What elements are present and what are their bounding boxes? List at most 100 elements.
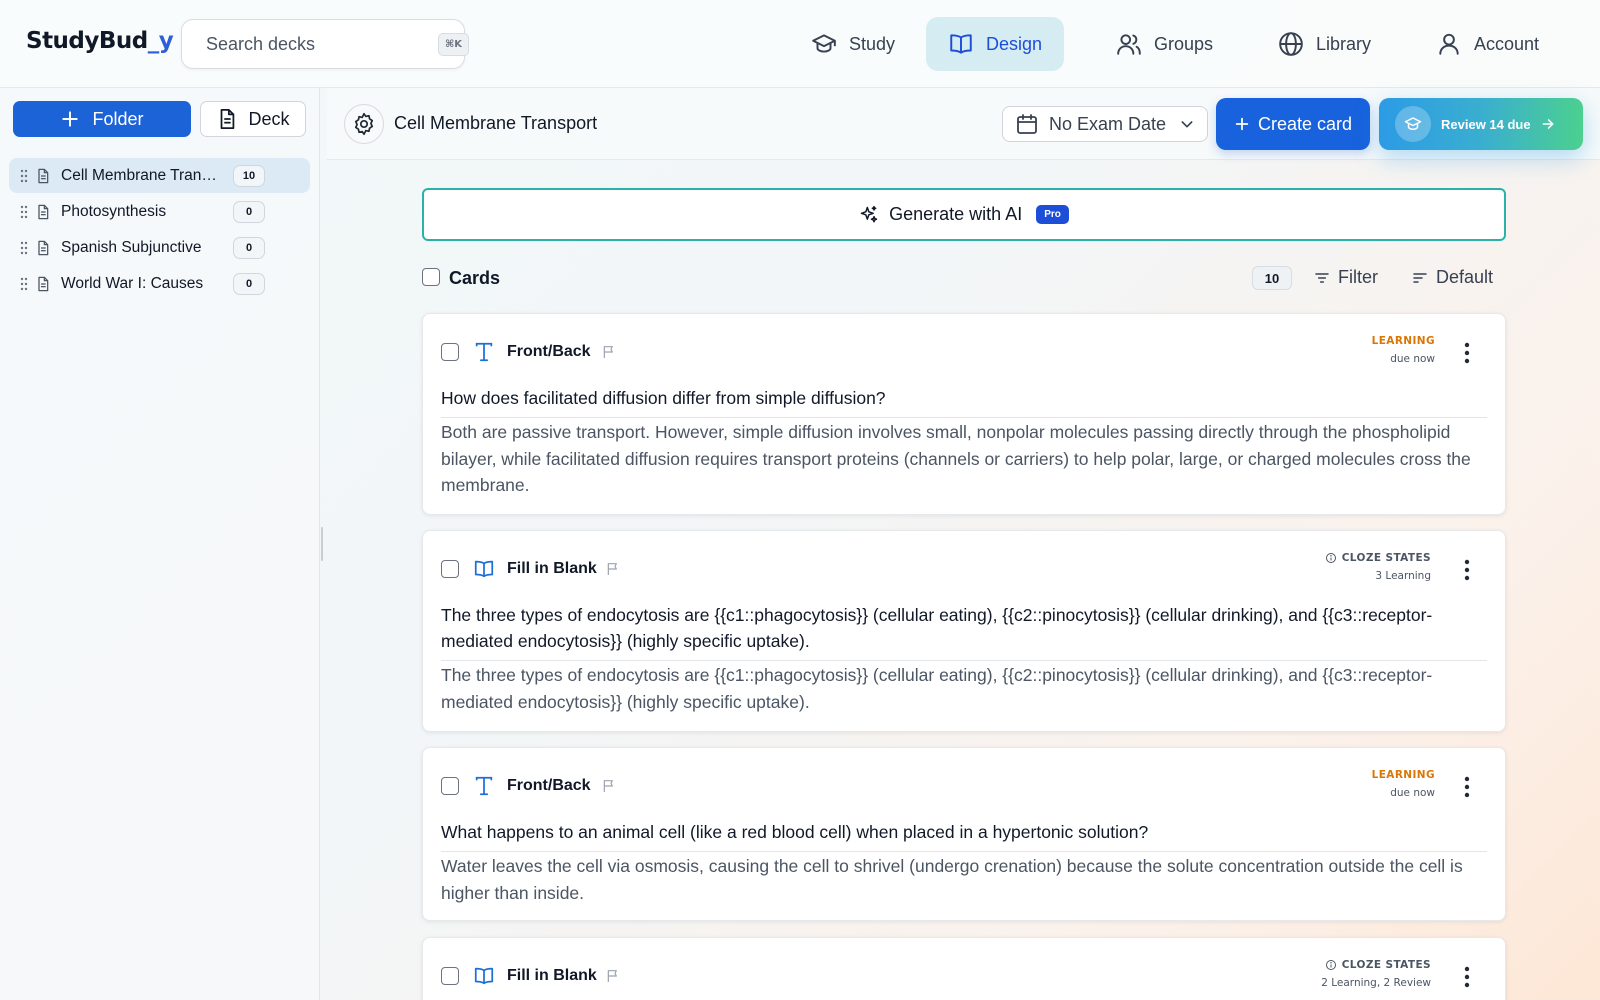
nav-study[interactable]: Study — [789, 17, 917, 71]
review-due-label: Review 14 due — [1441, 116, 1531, 132]
card-status: CLOZE STATES 3 Learning — [1325, 552, 1431, 582]
arrow-right-icon — [1542, 119, 1554, 129]
flag-icon[interactable] — [605, 560, 621, 578]
info-icon — [1325, 553, 1336, 563]
card-item[interactable]: Fill in Blank CLOZE STATES 2 Learning, 2… — [422, 937, 1506, 1000]
deck-name: World War I: Causes — [61, 274, 204, 292]
nav-study-label: Study — [849, 33, 896, 54]
card-select-checkbox[interactable] — [441, 777, 459, 795]
sidebar: Folder Deck Cell Membrane Transport 10 P… — [0, 88, 320, 1000]
deck-settings-button[interactable] — [344, 104, 384, 144]
card-item[interactable]: Front/Back LEARNING due now What happens… — [422, 747, 1506, 921]
nav-design-label: Design — [986, 33, 1043, 54]
cards-heading: Cards — [449, 268, 501, 288]
select-all-checkbox[interactable] — [422, 268, 440, 286]
new-deck-label: Deck — [248, 108, 290, 129]
create-card-button[interactable]: Create card — [1216, 98, 1370, 150]
card-select-checkbox[interactable] — [441, 967, 459, 985]
cards-header-bar: Cards 10 Filter Default — [422, 263, 1506, 293]
deck-card-count: 0 — [233, 236, 265, 259]
deck-item-photosynthesis[interactable]: Photosynthesis 0 — [9, 194, 310, 229]
document-icon — [221, 108, 235, 130]
deck-name: Spanish Subjunctive — [61, 238, 202, 256]
sidebar-resize-handle[interactable] — [321, 527, 323, 561]
flag-icon[interactable] — [601, 343, 617, 361]
card-front-text: How does facilitated diffusion differ fr… — [441, 385, 1487, 418]
card-status-detail: 3 Learning — [1375, 570, 1431, 582]
new-folder-button[interactable]: Folder — [13, 101, 191, 137]
more-vertical-icon[interactable] — [1457, 965, 1477, 989]
card-front-text: What happens to an animal cell (like a r… — [441, 819, 1487, 852]
sort-label: Default — [1436, 267, 1494, 287]
calendar-icon — [1017, 114, 1037, 134]
review-due-button[interactable]: Review 14 due — [1379, 98, 1583, 150]
deck-name: Photosynthesis — [61, 202, 167, 220]
graduation-cap-icon — [812, 34, 836, 53]
search-input[interactable] — [206, 33, 438, 55]
sort-button[interactable]: Default — [1412, 267, 1493, 288]
card-type-label: Front/Back — [507, 343, 591, 360]
exam-date-dropdown[interactable]: No Exam Date — [1002, 106, 1208, 142]
document-icon — [38, 168, 49, 183]
card-status-label: LEARNING — [1371, 769, 1435, 781]
card-back-text: Both are passive transport. However, sim… — [441, 422, 1471, 495]
card-status-label: LEARNING — [1371, 335, 1435, 347]
deck-card-count: 10 — [233, 164, 265, 187]
deck-toolbar: Cell Membrane Transport No Exam Date Cre… — [327, 88, 1600, 160]
sparkle-icon — [860, 205, 878, 222]
card-type-label: Fill in Blank — [507, 967, 597, 984]
users-icon — [1117, 34, 1141, 55]
card-status-detail: due now — [1390, 787, 1435, 799]
filter-label: Filter — [1338, 267, 1378, 287]
card-front-text: The three types of endocytosis are {{c1:… — [441, 602, 1487, 661]
info-icon — [1325, 960, 1336, 970]
more-vertical-icon[interactable] — [1457, 341, 1477, 365]
create-card-label: Create card — [1257, 113, 1353, 134]
user-icon — [1439, 33, 1459, 55]
new-folder-label: Folder — [92, 108, 144, 129]
search-box[interactable]: ⌘K — [181, 19, 470, 69]
generate-with-ai-label: Generate with AI — [889, 204, 1023, 224]
search-shortcut-badge: ⌘K — [438, 32, 470, 56]
flag-icon[interactable] — [601, 777, 617, 795]
filter-button[interactable]: Filter — [1314, 267, 1378, 288]
card-status: CLOZE STATES 2 Learning, 2 Review — [1321, 959, 1431, 989]
deck-name: Cell Membrane Transport — [61, 166, 221, 184]
nav-library[interactable]: Library — [1256, 17, 1393, 71]
deck-item-world-war-i-causes[interactable]: World War I: Causes 0 — [9, 266, 310, 301]
card-item[interactable]: Fill in Blank CLOZE STATES 3 Learning Th… — [422, 530, 1506, 732]
plus-icon — [62, 111, 79, 127]
card-status-detail: due now — [1390, 353, 1435, 365]
drag-handle-icon[interactable] — [19, 241, 29, 255]
more-vertical-icon[interactable] — [1457, 775, 1477, 799]
app-logo[interactable]: StudyBud_y — [26, 28, 174, 54]
deck-item-cell-membrane-transport[interactable]: Cell Membrane Transport 10 — [9, 158, 310, 193]
card-item[interactable]: Front/Back LEARNING due now How does fac… — [422, 313, 1506, 515]
chevron-down-icon — [1181, 121, 1193, 128]
card-status: LEARNING due now — [1372, 769, 1435, 799]
more-vertical-icon[interactable] — [1457, 558, 1477, 582]
card-type-label: Front/Back — [507, 777, 591, 794]
card-select-checkbox[interactable] — [441, 343, 459, 361]
nav-account-label: Account — [1474, 33, 1540, 54]
pro-badge: Pro — [1036, 205, 1069, 224]
drag-handle-icon[interactable] — [19, 277, 29, 291]
drag-handle-icon[interactable] — [19, 169, 29, 183]
generate-with-ai-button[interactable]: Generate with AI Pro — [422, 188, 1506, 241]
card-back-text: The three types of endocytosis are {{c1:… — [441, 665, 1433, 712]
globe-icon — [1279, 32, 1303, 56]
card-back-text: Water leaves the cell via osmosis, causi… — [441, 856, 1463, 903]
deck-item-spanish-subjunctive[interactable]: Spanish Subjunctive 0 — [9, 230, 310, 265]
exam-date-label: No Exam Date — [1049, 113, 1167, 134]
nav-design[interactable]: Design — [926, 17, 1065, 71]
nav-account[interactable]: Account — [1414, 17, 1561, 71]
drag-handle-icon[interactable] — [19, 205, 29, 219]
card-select-checkbox[interactable] — [441, 560, 459, 578]
open-book-icon — [950, 34, 972, 54]
nav-groups[interactable]: Groups — [1094, 17, 1235, 71]
document-icon — [38, 276, 49, 291]
nav-library-label: Library — [1316, 33, 1372, 54]
new-deck-button[interactable]: Deck — [200, 101, 306, 137]
flag-icon[interactable] — [605, 967, 621, 985]
sort-icon — [1413, 272, 1427, 283]
